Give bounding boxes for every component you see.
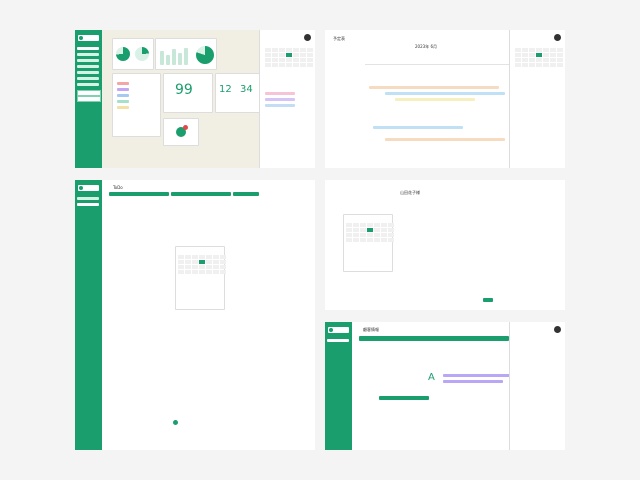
score-bar-1 [443,374,513,377]
calendar-grid[interactable] [346,223,394,242]
event-bar-4[interactable] [373,126,463,129]
tag-red [117,82,129,85]
bar-4 [178,53,182,65]
nav-item-todo[interactable] [77,65,99,68]
right-panel [509,322,565,450]
screen-customer-detail: 山田花子様 [325,180,565,310]
nav-item-home[interactable] [77,197,99,200]
nav-item-help[interactable] [77,83,99,86]
avatar[interactable] [304,34,311,41]
screen-dashboard: 99 12 34 [75,30,315,168]
todo-title: ToDo [113,185,123,190]
bar-5 [184,48,188,65]
task-list-card [112,73,161,137]
event-purple[interactable] [265,98,295,101]
nav-item-home[interactable] [77,47,99,50]
tag-purple [117,88,129,91]
big-number-card-b: 12 34 [215,73,263,113]
calendar-grid[interactable] [178,255,226,274]
big-number-card-a: 99 [163,73,213,113]
nav-item-settings[interactable] [77,77,99,80]
event-bar-5[interactable] [385,138,505,141]
calendar-card[interactable] [343,214,394,272]
event-bar-1[interactable] [369,86,499,89]
profile-title: 顧客情報 [363,327,379,332]
tag-yellow [117,106,129,109]
bar-3 [172,49,176,65]
logo [78,185,99,191]
nav-item-reports[interactable] [77,71,99,74]
mini-calendar[interactable] [515,48,563,67]
notification-card [163,118,199,146]
pagination-current[interactable] [173,420,178,425]
logo [328,327,349,333]
submit-button[interactable] [483,298,493,302]
avatar[interactable] [554,34,561,41]
nav-item-schedule[interactable] [77,59,99,62]
right-panel [259,30,315,168]
big-number-c: 34 [240,84,253,95]
donut-chart-right [135,47,149,61]
screen-schedule: 予定表 2023年 6月 [325,30,565,168]
donut-card [112,38,154,70]
screen-todo: ToDo [75,180,315,450]
tab-strip[interactable] [359,336,509,341]
tab-done[interactable] [233,192,259,196]
logo-icon [79,186,83,190]
big-number-a: 99 [175,82,193,98]
bar-2 [166,55,170,65]
calendar-popup[interactable] [175,246,226,310]
bar-card [155,38,217,70]
event-pink[interactable] [265,92,295,95]
filter-input[interactable] [77,96,101,102]
score-bar-2 [443,380,503,383]
sidebar [75,180,102,450]
tag-blue [117,94,129,97]
customer-title: 山田花子様 [400,190,420,195]
event-blue[interactable] [265,104,295,107]
event-bar-2[interactable] [385,92,505,95]
nav-item-todo[interactable] [77,203,99,206]
notification-badge [183,125,188,130]
primary-button[interactable] [379,396,429,400]
tag-green [117,100,129,103]
logo-icon [79,36,83,40]
screen-customer-profile: 顧客情報 A [325,322,565,450]
right-panel [509,30,565,168]
event-bar-3[interactable] [395,98,475,101]
sidebar [75,30,102,168]
bar-1 [160,51,164,65]
logo [78,35,99,41]
divider [365,64,515,65]
tab-overdue[interactable] [171,192,231,196]
nav-item-customers[interactable] [327,339,349,342]
schedule-month: 2023年 6月 [415,44,437,49]
sidebar [325,322,352,450]
logo-icon [329,328,333,332]
donut-chart-left [116,47,130,61]
grade: A [428,372,435,383]
nav-item-customers[interactable] [77,53,99,56]
avatar[interactable] [554,326,561,333]
tab-today[interactable] [109,192,169,196]
big-number-b: 12 [219,84,232,95]
donut-chart-progress [196,46,214,64]
schedule-title: 予定表 [333,36,345,41]
mini-calendar[interactable] [265,48,313,67]
